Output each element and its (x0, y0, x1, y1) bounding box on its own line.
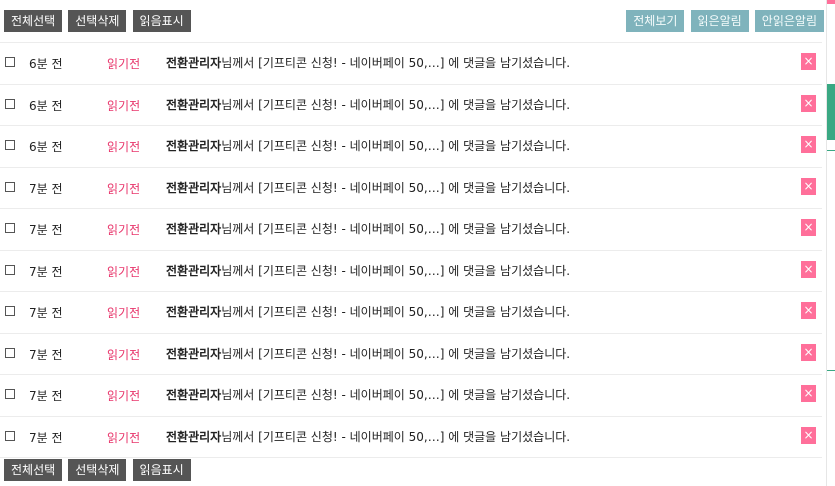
close-icon[interactable]: × (801, 343, 816, 361)
close-icon[interactable]: × (801, 385, 816, 402)
checkbox-icon[interactable] (5, 306, 15, 316)
unread-status: 읽기전 (107, 57, 141, 71)
adjacent-panel-accent (827, 0, 835, 4)
read-alerts-button[interactable]: 읽은알림 (690, 10, 749, 32)
checkbox-icon[interactable] (5, 347, 15, 358)
unread-status: 읽기전 (107, 347, 141, 362)
notification-row[interactable]: 7분 전 읽기전 전환관리자님께서 [기프티콘 신청! - 네이버페이 50,…… (0, 415, 822, 458)
notification-message[interactable]: 전환관리자님께서 [기프티콘 신청! - 네이버페이 50,…] 에 댓글을 남… (166, 386, 570, 403)
notification-row[interactable]: 7분 전 읽기전 전환관리자님께서 [기프티콘 신청! - 네이버페이 50,…… (0, 374, 822, 416)
checkbox-icon[interactable] (5, 264, 15, 275)
notification-time: 6분 전 (29, 98, 63, 113)
panel-divider (826, 0, 827, 486)
message-text: 님께서 [기프티콘 신청! - 네이버페이 50,…] 에 댓글을 남기셨습니다… (221, 139, 571, 153)
unread-status: 읽기전 (107, 140, 141, 154)
author-name: 전환관리자 (166, 263, 222, 278)
notification-row[interactable]: 7분 전 읽기전 전환관리자님께서 [기프티콘 신청! - 네이버페이 50,…… (0, 208, 822, 250)
select-all-button-bottom[interactable]: 전체선택 (4, 459, 63, 481)
checkbox-icon[interactable] (5, 430, 15, 441)
notification-time: 6분 전 (29, 140, 63, 154)
notification-time: 6분 전 (29, 57, 63, 71)
checkbox-icon[interactable] (5, 389, 15, 399)
unread-status: 읽기전 (107, 389, 141, 403)
notification-message[interactable]: 전환관리자님께서 [기프티콘 신청! - 네이버페이 50,…] 에 댓글을 남… (166, 428, 570, 445)
author-name: 전환관리자 (166, 305, 222, 319)
author-name: 전환관리자 (166, 139, 222, 153)
message-text: 님께서 [기프티콘 신청! - 네이버페이 50,…] 에 댓글을 남기셨습니다… (221, 97, 571, 112)
notification-time: 7분 전 (29, 389, 63, 403)
close-icon[interactable]: × (801, 177, 816, 195)
checkbox-icon[interactable] (5, 57, 15, 67)
notification-row[interactable]: 7분 전 읽기전 전환관리자님께서 [기프티콘 신청! - 네이버페이 50,…… (0, 166, 822, 209)
author-name: 전환관리자 (166, 56, 222, 70)
checkbox-icon[interactable] (5, 98, 15, 109)
close-icon[interactable]: × (801, 136, 816, 153)
adjacent-panel-line (827, 370, 835, 371)
author-name: 전환관리자 (166, 97, 222, 112)
message-text: 님께서 [기프티콘 신청! - 네이버페이 50,…] 에 댓글을 남기셨습니다… (221, 263, 571, 278)
close-icon[interactable]: × (801, 219, 816, 236)
notification-message[interactable]: 전환관리자님께서 [기프티콘 신청! - 네이버페이 50,…] 에 댓글을 남… (166, 54, 570, 71)
message-text: 님께서 [기프티콘 신청! - 네이버페이 50,…] 에 댓글을 남기셨습니다… (221, 222, 571, 236)
adjacent-panel-line (827, 150, 835, 151)
author-name: 전환관리자 (166, 429, 222, 444)
notification-message[interactable]: 전환관리자님께서 [기프티콘 신청! - 네이버페이 50,…] 에 댓글을 남… (166, 137, 570, 154)
filter-actions: 전체보기 읽은알림 안읽은알림 (625, 10, 824, 32)
close-icon[interactable]: × (801, 53, 816, 70)
message-text: 님께서 [기프티콘 신청! - 네이버페이 50,…] 에 댓글을 남기셨습니다… (221, 180, 571, 195)
notification-time: 7분 전 (29, 430, 63, 445)
notification-row[interactable]: 6분 전 읽기전 전환관리자님께서 [기프티콘 신청! - 네이버페이 50,…… (0, 125, 822, 167)
checkbox-icon[interactable] (5, 181, 15, 192)
bottom-toolbar: 전체선택 선택삭제 읽음표시 (4, 459, 192, 481)
view-all-button[interactable]: 전체보기 (626, 10, 685, 32)
unread-status: 읽기전 (107, 223, 141, 237)
notification-message[interactable]: 전환관리자님께서 [기프티콘 신청! - 네이버페이 50,…] 에 댓글을 남… (166, 179, 570, 196)
message-text: 님께서 [기프티콘 신청! - 네이버페이 50,…] 에 댓글을 남기셨습니다… (221, 305, 571, 319)
notification-time: 7분 전 (29, 181, 63, 196)
adjacent-panel-tab (827, 84, 835, 140)
notification-message[interactable]: 전환관리자님께서 [기프티콘 신청! - 네이버페이 50,…] 에 댓글을 남… (166, 262, 570, 279)
close-icon[interactable]: × (801, 94, 816, 112)
bulk-actions: 전체선택 선택삭제 읽음표시 (4, 10, 192, 32)
notification-time: 7분 전 (29, 264, 63, 279)
notification-toolbar: 전체선택 선택삭제 읽음표시 전체보기 읽은알림 안읽은알림 (4, 10, 824, 34)
select-all-button[interactable]: 전체선택 (4, 10, 63, 32)
notification-list: 6분 전 읽기전 전환관리자님께서 [기프티콘 신청! - 네이버페이 50,…… (0, 42, 822, 458)
notification-time: 7분 전 (29, 347, 63, 362)
notification-message[interactable]: 전환관리자님께서 [기프티콘 신청! - 네이버페이 50,…] 에 댓글을 남… (166, 345, 570, 362)
mark-read-button-bottom[interactable]: 읽음표시 (132, 459, 191, 481)
notification-row[interactable]: 7분 전 읽기전 전환관리자님께서 [기프티콘 신청! - 네이버페이 50,…… (0, 249, 822, 292)
author-name: 전환관리자 (166, 346, 222, 361)
author-name: 전환관리자 (166, 222, 222, 236)
notification-message[interactable]: 전환관리자님께서 [기프티콘 신청! - 네이버페이 50,…] 에 댓글을 남… (166, 96, 570, 113)
message-text: 님께서 [기프티콘 신청! - 네이버페이 50,…] 에 댓글을 남기셨습니다… (221, 429, 571, 444)
unread-status: 읽기전 (107, 98, 141, 113)
message-text: 님께서 [기프티콘 신청! - 네이버페이 50,…] 에 댓글을 남기셨습니다… (221, 56, 571, 70)
delete-selected-button-bottom[interactable]: 선택삭제 (68, 459, 127, 481)
unread-alerts-button[interactable]: 안읽은알림 (754, 10, 824, 32)
checkbox-icon[interactable] (5, 140, 15, 150)
close-icon[interactable]: × (801, 426, 816, 444)
unread-status: 읽기전 (107, 306, 141, 320)
notification-time: 7분 전 (29, 306, 63, 320)
notification-row[interactable]: 7분 전 읽기전 전환관리자님께서 [기프티콘 신청! - 네이버페이 50,…… (0, 291, 822, 333)
author-name: 전환관리자 (166, 388, 222, 402)
notification-row[interactable]: 7분 전 읽기전 전환관리자님께서 [기프티콘 신청! - 네이버페이 50,…… (0, 332, 822, 375)
unread-status: 읽기전 (107, 264, 141, 279)
unread-status: 읽기전 (107, 430, 141, 445)
unread-status: 읽기전 (107, 181, 141, 196)
author-name: 전환관리자 (166, 180, 222, 195)
notification-message[interactable]: 전환관리자님께서 [기프티콘 신청! - 네이버페이 50,…] 에 댓글을 남… (166, 303, 570, 320)
close-icon[interactable]: × (801, 260, 816, 278)
notification-time: 7분 전 (29, 223, 63, 237)
message-text: 님께서 [기프티콘 신청! - 네이버페이 50,…] 에 댓글을 남기셨습니다… (221, 388, 571, 402)
checkbox-icon[interactable] (5, 223, 15, 233)
delete-selected-button[interactable]: 선택삭제 (68, 10, 127, 32)
close-icon[interactable]: × (801, 302, 816, 319)
notification-row[interactable]: 6분 전 읽기전 전환관리자님께서 [기프티콘 신청! - 네이버페이 50,…… (0, 83, 822, 126)
message-text: 님께서 [기프티콘 신청! - 네이버페이 50,…] 에 댓글을 남기셨습니다… (221, 346, 571, 361)
mark-read-button[interactable]: 읽음표시 (132, 10, 191, 32)
notification-message[interactable]: 전환관리자님께서 [기프티콘 신청! - 네이버페이 50,…] 에 댓글을 남… (166, 220, 570, 237)
notification-row[interactable]: 6분 전 읽기전 전환관리자님께서 [기프티콘 신청! - 네이버페이 50,…… (0, 42, 822, 84)
